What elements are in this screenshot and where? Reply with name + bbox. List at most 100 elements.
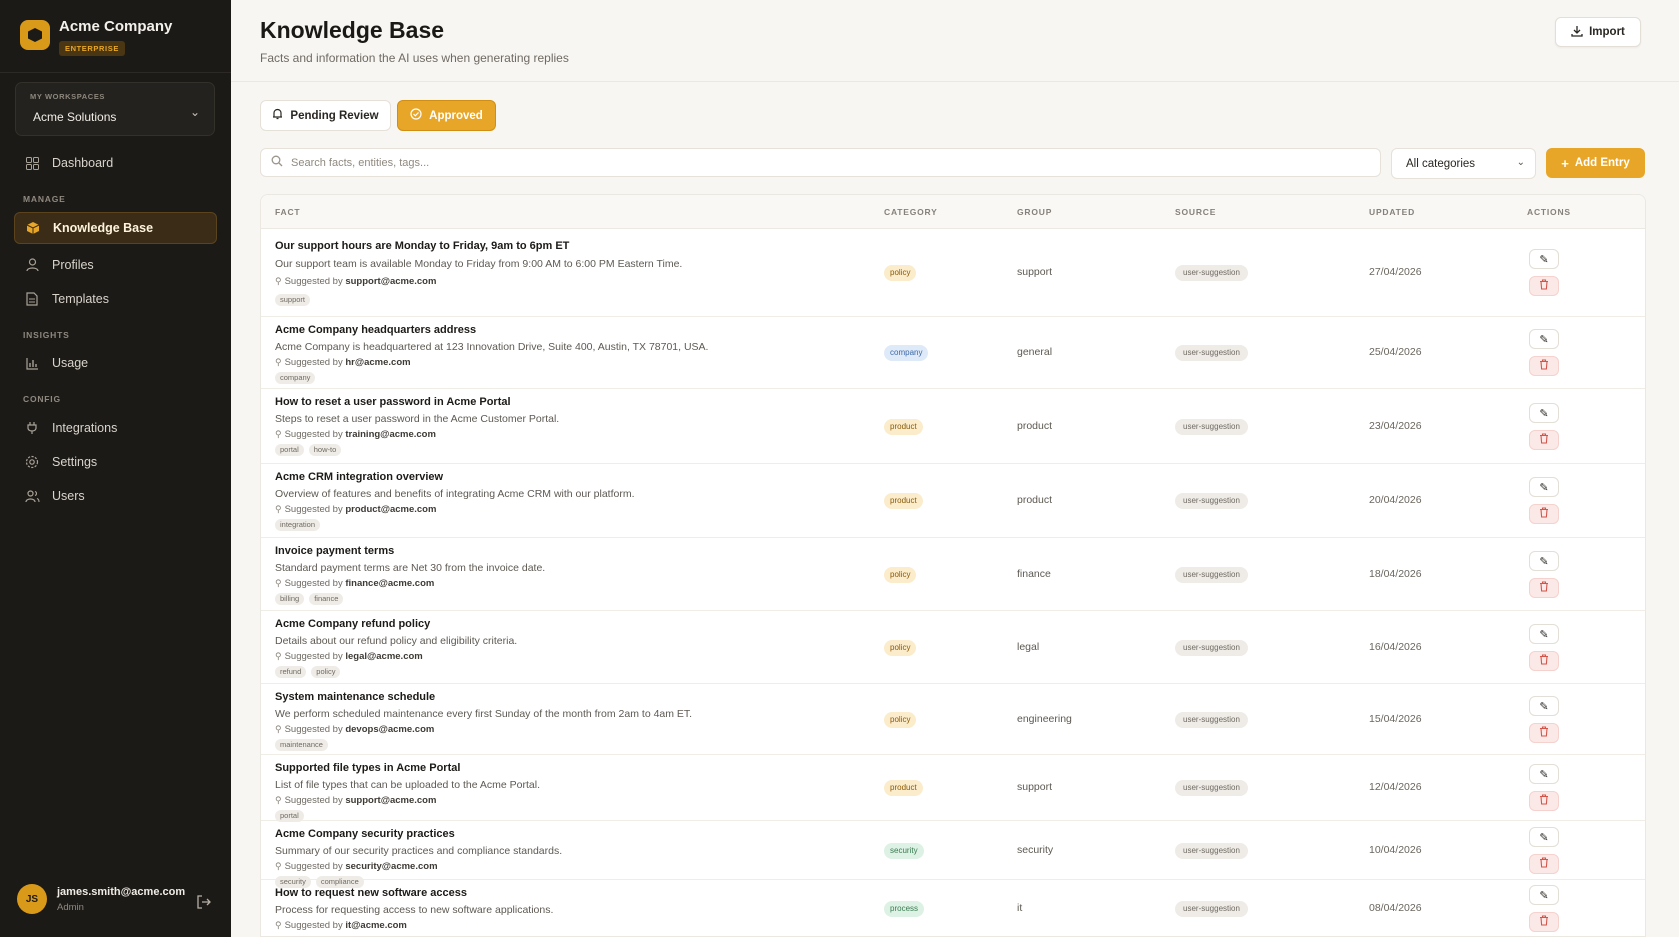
fact-description: Standard payment terms are Net 30 from t… [275,562,546,574]
trash-icon [1539,359,1549,373]
fact-title[interactable]: How to request new software access [275,887,467,899]
fact-title[interactable]: Acme Company headquarters address [275,324,476,336]
pin-icon: ⚲ [275,429,282,439]
fact-title[interactable]: Acme Company security practices [275,828,455,840]
fact-title[interactable]: System maintenance schedule [275,691,435,703]
delete-button[interactable] [1529,791,1559,811]
suggested-prefix: Suggested by [284,724,343,735]
group-cell: general [1017,346,1053,358]
edit-button[interactable]: ✎ [1529,764,1559,784]
add-entry-label: Add Entry [1574,157,1630,169]
company-name: Acme Company [59,18,173,35]
updated-date: 23/04/2026 [1369,420,1422,432]
fact-title[interactable]: Invoice payment terms [275,545,394,557]
fact-title[interactable]: Supported file types in Acme Portal [275,762,460,774]
sidebar-item-dashboard[interactable]: Dashboard [14,147,217,179]
pencil-icon: ✎ [1539,555,1549,568]
edit-button[interactable]: ✎ [1529,696,1559,716]
updated-date: 12/04/2026 [1369,781,1422,793]
updated-date: 20/04/2026 [1369,494,1422,506]
tag: integration [275,519,321,531]
suggested-prefix: Suggested by [284,276,343,287]
sidebar: Acme Company ENTERPRISE MY WORKSPACES Ac… [0,0,231,937]
sidebar-item-label: Profiles [52,258,94,272]
section-label-config: CONFIG [23,394,61,404]
source-badge: user-suggestion [1175,712,1248,728]
group-cell: product [1017,494,1053,506]
edit-button[interactable]: ✎ [1529,624,1559,644]
sidebar-item-usage[interactable]: Usage [14,347,217,379]
sidebar-item-users[interactable]: Users [14,480,217,512]
source-badge: user-suggestion [1175,265,1248,281]
fact-title[interactable]: Acme CRM integration overview [275,471,443,483]
column-header-source: SOURCE [1175,207,1217,217]
edit-button[interactable]: ✎ [1529,329,1559,349]
tag-list: integration [275,519,321,531]
suggested-by: ⚲ Suggested by it@acme.com [275,920,407,931]
edit-button[interactable]: ✎ [1529,827,1559,847]
tag: billing [275,593,305,605]
pin-icon: ⚲ [275,504,282,514]
updated-date: 10/04/2026 [1369,844,1422,856]
delete-button[interactable] [1529,356,1559,376]
workspace-selector[interactable]: MY WORKSPACES Acme Solutions ⌄ [15,82,215,136]
source-badge: user-suggestion [1175,567,1248,583]
delete-button[interactable] [1529,912,1559,932]
table-row: Acme Company headquarters address Acme Co… [261,317,1645,389]
delete-button[interactable] [1529,723,1559,743]
sidebar-item-templates[interactable]: Templates [14,283,217,315]
tab-approved[interactable]: Approved [397,100,496,131]
category-badge: company [884,345,929,361]
updated-date: 16/04/2026 [1369,641,1422,653]
logout-icon[interactable] [196,895,211,912]
delete-button[interactable] [1529,276,1559,296]
user-profile[interactable]: JS james.smith@acme.com Admin [17,884,185,914]
category-select[interactable]: All categories ⌄ [1391,148,1536,179]
delete-button[interactable] [1529,651,1559,671]
delete-button[interactable] [1529,578,1559,598]
suggested-by: ⚲ Suggested by legal@acme.com [275,651,423,662]
category-badge: policy [884,567,917,583]
sidebar-item-label: Users [52,489,85,503]
suggested-prefix: Suggested by [284,651,343,662]
group-cell: support [1017,781,1053,793]
fact-title[interactable]: Our support hours are Monday to Friday, … [275,240,569,252]
edit-button[interactable]: ✎ [1529,551,1559,571]
pin-icon: ⚲ [275,578,282,588]
edit-button[interactable]: ✎ [1529,885,1559,905]
tab-label: Pending Review [290,109,379,122]
edit-button[interactable]: ✎ [1529,477,1559,497]
fact-title[interactable]: How to reset a user password in Acme Por… [275,396,511,408]
tab-pending-review[interactable]: Pending Review [260,100,391,131]
pin-icon: ⚲ [275,276,282,286]
pencil-icon: ✎ [1539,481,1549,494]
bell-icon [272,108,283,123]
delete-button[interactable] [1529,854,1559,874]
search-input[interactable] [291,156,1291,169]
pencil-icon: ✎ [1539,253,1549,266]
pin-icon: ⚲ [275,920,282,930]
tag-list: company [275,372,316,384]
delete-button[interactable] [1529,430,1559,450]
sidebar-item-settings[interactable]: Settings [14,446,217,478]
sidebar-item-profiles[interactable]: Profiles [14,249,217,281]
tag: policy [311,666,341,678]
group-cell: support [1017,266,1053,278]
trash-icon [1539,433,1549,447]
tag: support [275,294,311,306]
brand: Acme Company ENTERPRISE [20,18,172,56]
edit-button[interactable]: ✎ [1529,403,1559,423]
edit-button[interactable]: ✎ [1529,249,1559,269]
import-button[interactable]: Import [1555,17,1641,47]
delete-button[interactable] [1529,504,1559,524]
trash-icon [1539,507,1549,521]
sidebar-item-knowledge-base[interactable]: Knowledge Base [14,212,217,244]
suggested-prefix: Suggested by [284,504,343,515]
source-badge: user-suggestion [1175,345,1248,361]
sidebar-item-integrations[interactable]: Integrations [14,412,217,444]
fact-title[interactable]: Acme Company refund policy [275,618,430,630]
trash-icon [1539,915,1549,929]
group-cell: legal [1017,641,1040,653]
category-badge: product [884,493,923,509]
add-entry-button[interactable]: + Add Entry [1546,148,1645,178]
